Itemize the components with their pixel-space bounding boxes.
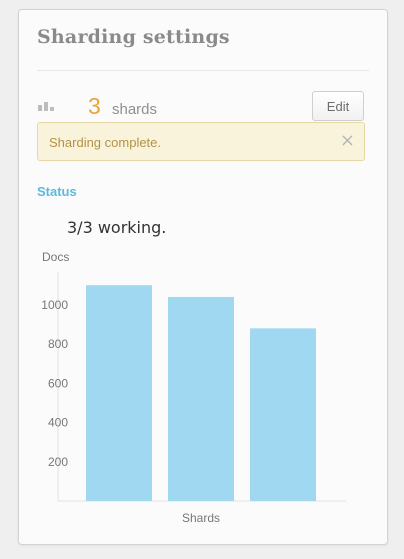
y-tick-label: 400 bbox=[48, 416, 68, 430]
y-axis-label: Docs bbox=[42, 250, 69, 264]
y-tick-label: 800 bbox=[48, 337, 68, 351]
docs-per-shard-chart: Docs 200 400 600 800 1000 Shards bbox=[41, 250, 346, 525]
x-axis-label: Shards bbox=[182, 511, 220, 525]
sharding-settings-panel: Sharding settings 3 shards Edit Sharding… bbox=[18, 9, 388, 545]
y-tick-label: 1000 bbox=[41, 298, 68, 312]
y-tick-label: 600 bbox=[48, 376, 68, 390]
shard-bar bbox=[250, 328, 316, 501]
y-tick-label: 200 bbox=[48, 455, 68, 469]
shard-bar bbox=[86, 285, 152, 501]
shard-bar bbox=[168, 296, 234, 501]
